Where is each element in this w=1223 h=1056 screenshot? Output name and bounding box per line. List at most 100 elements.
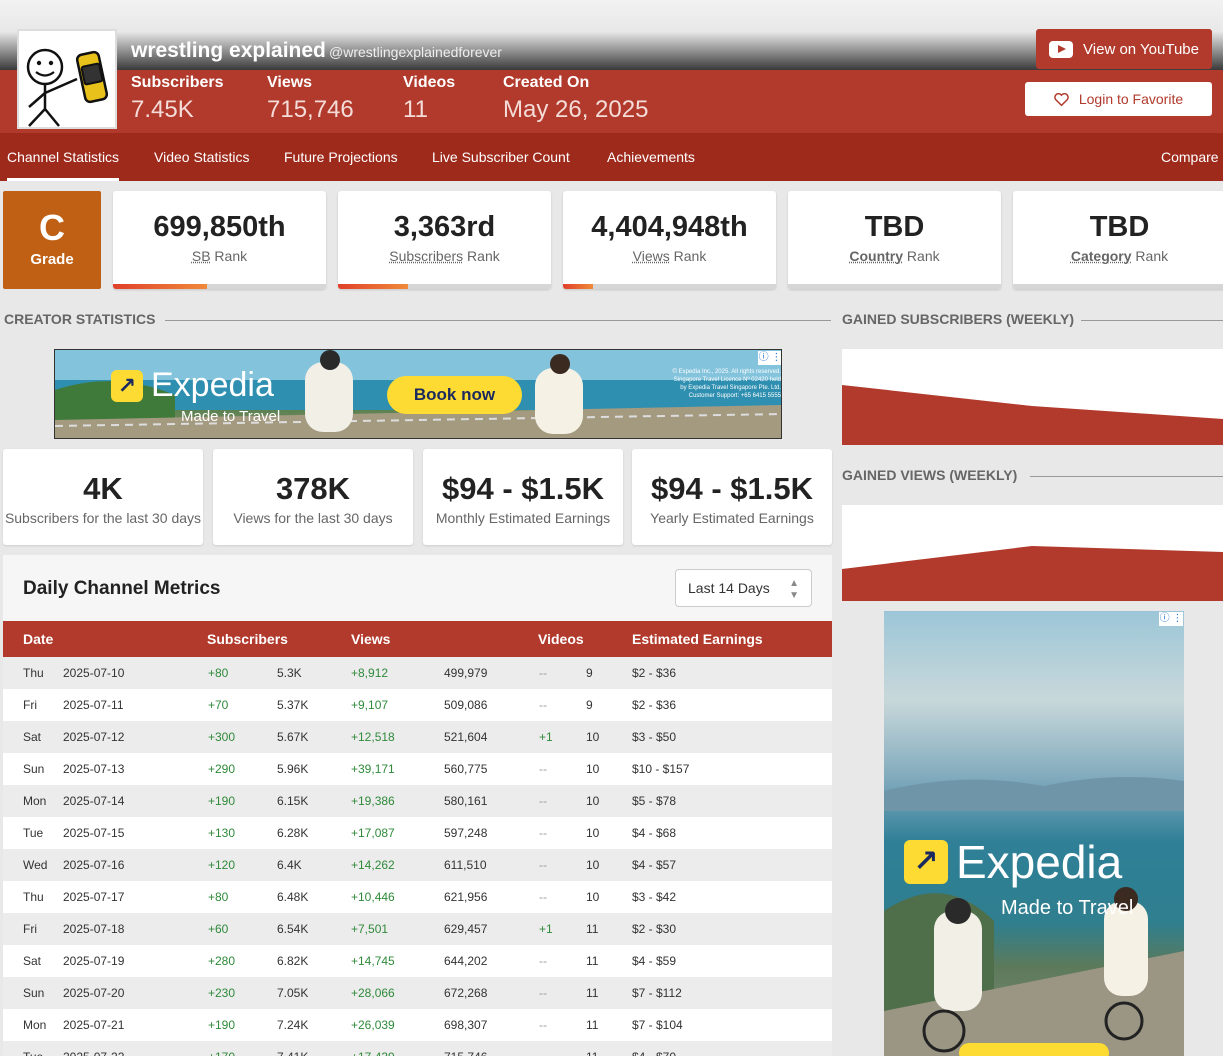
cell-day: Thu bbox=[23, 657, 44, 689]
table-row: Tue 2025-07-22 +170 7.41K +17,439 715,746 -- 11… bbox=[3, 1041, 832, 1056]
channel-name: wrestling explained bbox=[131, 39, 326, 63]
cell-videos: 11 bbox=[586, 1009, 598, 1041]
view-on-youtube-button[interactable]: View on YouTube bbox=[1036, 29, 1212, 69]
avatar-drawing bbox=[19, 31, 115, 127]
cell-views: 611,510 bbox=[444, 849, 487, 881]
cell-date: 2025-07-13 bbox=[63, 753, 124, 785]
cell-view-gain: +26,039 bbox=[351, 1009, 395, 1041]
cell-views: 499,979 bbox=[444, 657, 487, 689]
section-title-gained-subscribers: GAINED SUBSCRIBERS (WEEKLY) bbox=[842, 311, 1074, 327]
cell-views: 580,161 bbox=[444, 785, 487, 817]
ad-info-icon[interactable]: ⓘ ⋮ bbox=[1159, 612, 1183, 626]
tab-future-projections[interactable]: Future Projections bbox=[284, 133, 398, 181]
cell-views: 621,956 bbox=[444, 881, 487, 913]
rank-value: 3,363rd bbox=[338, 211, 551, 244]
column-header-videos[interactable]: Videos bbox=[538, 621, 584, 657]
column-header-date[interactable]: Date bbox=[23, 621, 53, 657]
cell-date: 2025-07-19 bbox=[63, 945, 124, 977]
rank-metric[interactable]: Category bbox=[1071, 248, 1132, 264]
cell-views: 698,307 bbox=[444, 1009, 487, 1041]
gained-views-chart[interactable] bbox=[842, 505, 1223, 601]
cell-subs: 6.82K bbox=[277, 945, 308, 977]
login-to-favorite-button[interactable]: Login to Favorite bbox=[1025, 82, 1212, 116]
ad-info-icon[interactable]: ⓘ ⋮ bbox=[758, 351, 782, 365]
cell-videos: 11 bbox=[586, 1041, 598, 1056]
rank-value: TBD bbox=[788, 211, 1001, 244]
cell-day: Sat bbox=[23, 945, 41, 977]
expedia-logo: Expedia bbox=[111, 366, 274, 405]
chevron-up-down-icon: ▲ ▼ bbox=[789, 570, 799, 602]
cell-subs: 6.48K bbox=[277, 881, 308, 913]
cell-subs: 6.54K bbox=[277, 913, 308, 945]
cell-subs: 6.15K bbox=[277, 785, 308, 817]
cell-view-gain: +7,501 bbox=[351, 913, 388, 945]
cell-videos: 11 bbox=[586, 945, 598, 977]
ad-scene-illustration bbox=[884, 611, 1184, 1056]
tab-compare[interactable]: Compare bbox=[1161, 133, 1219, 181]
summary-value: $94 - $1.5K bbox=[423, 471, 623, 507]
rank-caption: Views Rank bbox=[563, 248, 776, 264]
youtube-button-label: View on YouTube bbox=[1083, 41, 1199, 58]
cell-earnings: $4 - $59 bbox=[632, 945, 676, 977]
column-header-subscribers[interactable]: Subscribers bbox=[207, 621, 288, 657]
cell-day: Sun bbox=[23, 977, 44, 1009]
cell-earnings: $4 - $57 bbox=[632, 849, 676, 881]
stat-subscribers: Subscribers 7.45K bbox=[131, 74, 223, 124]
cell-sub-gain: +60 bbox=[208, 913, 228, 945]
section-divider bbox=[165, 320, 831, 321]
rank-metric[interactable]: SB bbox=[192, 248, 211, 264]
cell-vid-gain: -- bbox=[539, 689, 547, 721]
stat-label: Views bbox=[267, 74, 354, 92]
expedia-logo: Expedia bbox=[904, 835, 1122, 889]
rank-progress-fill bbox=[113, 284, 207, 289]
grade-label: Grade bbox=[3, 251, 101, 268]
rank-caption: Subscribers Rank bbox=[338, 248, 551, 264]
cell-videos: 9 bbox=[586, 657, 593, 689]
column-header-estimated-earnings[interactable]: Estimated Earnings bbox=[632, 621, 763, 657]
rank-metric[interactable]: Country bbox=[849, 248, 903, 264]
rank-progress-track bbox=[1013, 284, 1223, 289]
stat-label: Created On bbox=[503, 74, 648, 92]
cell-day: Mon bbox=[23, 785, 46, 817]
cell-day: Wed bbox=[23, 849, 47, 881]
rank-metric[interactable]: Subscribers bbox=[389, 248, 463, 264]
gained-subscribers-chart[interactable] bbox=[842, 349, 1223, 445]
rank-progress-fill bbox=[338, 284, 408, 289]
cell-date: 2025-07-17 bbox=[63, 881, 124, 913]
table-row: Tue 2025-07-15 +130 6.28K +17,087 597,248 -- 10… bbox=[3, 817, 832, 849]
cell-date: 2025-07-18 bbox=[63, 913, 124, 945]
rank-metric[interactable]: Views bbox=[633, 248, 670, 264]
rank-suffix: Rank bbox=[463, 248, 500, 264]
cell-sub-gain: +290 bbox=[208, 753, 235, 785]
ad-banner[interactable]: Expedia Made to Travel Book now © Expedi… bbox=[54, 349, 782, 439]
expedia-brand: Expedia bbox=[151, 366, 274, 405]
book-now-button[interactable]: Book now bbox=[387, 376, 522, 414]
cell-sub-gain: +170 bbox=[208, 1041, 235, 1056]
ad-skyscraper[interactable]: Expedia Made to Travel ⓘ ⋮ bbox=[884, 611, 1184, 1056]
daily-channel-metrics-panel: Daily Channel Metrics Last 14 Days ▲ ▼ Da… bbox=[3, 555, 832, 1056]
cell-vid-gain: +1 bbox=[539, 913, 553, 945]
column-header-views[interactable]: Views bbox=[351, 621, 390, 657]
cell-vid-gain: -- bbox=[539, 1041, 547, 1056]
tab-channel-statistics[interactable]: Channel Statistics bbox=[7, 133, 119, 181]
cell-day: Tue bbox=[23, 1041, 43, 1056]
tab-live-subscriber-count[interactable]: Live Subscriber Count bbox=[432, 133, 570, 181]
summary-label: Views for the last 30 days bbox=[213, 510, 413, 526]
tab-achievements[interactable]: Achievements bbox=[607, 133, 695, 181]
cell-sub-gain: +280 bbox=[208, 945, 235, 977]
cell-sub-gain: +300 bbox=[208, 721, 235, 753]
channel-avatar[interactable] bbox=[17, 29, 117, 129]
cell-date: 2025-07-11 bbox=[63, 689, 124, 721]
cell-date: 2025-07-10 bbox=[63, 657, 124, 689]
cell-earnings: $3 - $42 bbox=[632, 881, 676, 913]
cell-vid-gain: -- bbox=[539, 1009, 547, 1041]
rank-card-sb: 699,850th SB Rank bbox=[113, 191, 326, 289]
rank-caption: Category Rank bbox=[1013, 248, 1223, 264]
channel-handle: @wrestlingexplainedforever bbox=[329, 44, 502, 60]
stat-videos: Videos 11 bbox=[403, 74, 455, 124]
section-divider bbox=[1030, 476, 1223, 477]
summary-label: Subscribers for the last 30 days bbox=[3, 510, 203, 526]
date-range-select[interactable]: Last 14 Days ▲ ▼ bbox=[675, 569, 812, 607]
tab-video-statistics[interactable]: Video Statistics bbox=[154, 133, 249, 181]
stat-value: May 26, 2025 bbox=[503, 96, 648, 124]
